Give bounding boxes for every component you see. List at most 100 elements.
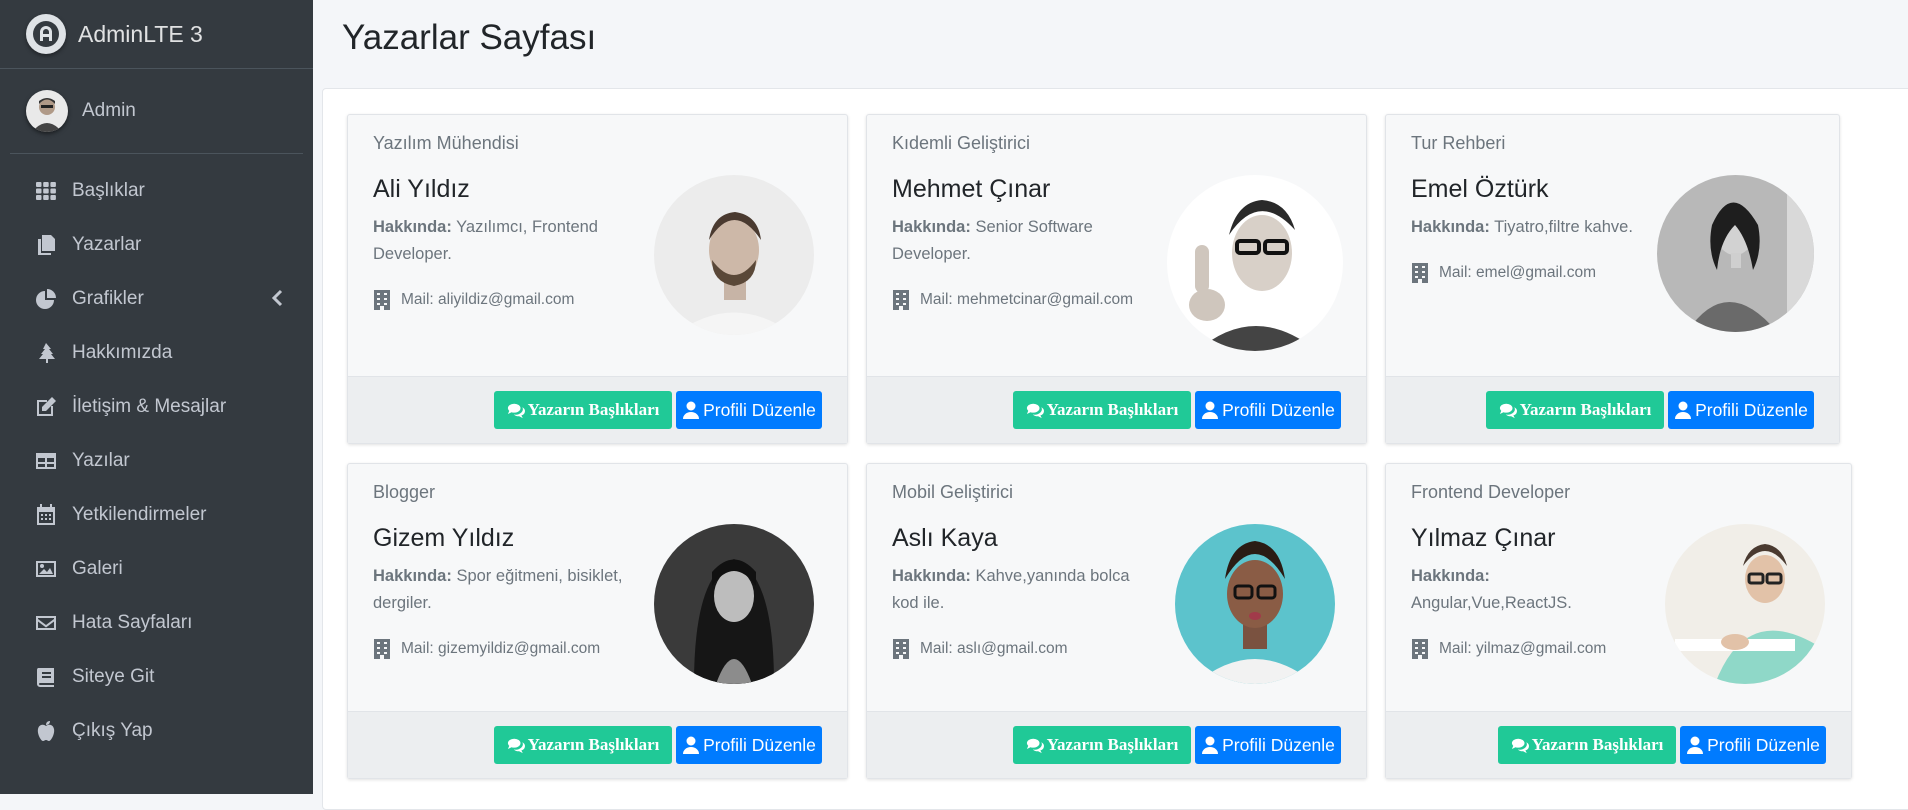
mail-label: Mail: (1439, 640, 1472, 657)
author-avatar (1657, 175, 1814, 332)
author-card: Frontend Developer Yılmaz Çınar Hakkında… (1385, 463, 1852, 779)
author-card: Kıdemli Geliştirici Mehmet Çınar Hakkınd… (866, 114, 1367, 444)
comments-icon (507, 738, 525, 754)
card-footer: Yazarın Başlıkları Profili Düzenle (867, 376, 1366, 443)
th-icon (34, 179, 58, 203)
author-mail: Mail: aslı@gmail.com (892, 638, 1068, 660)
about-label: Hakkında: (1411, 218, 1490, 236)
mail-value: mehmetcinar@gmail.com (957, 291, 1133, 308)
button-label: Profili Düzenle (1695, 399, 1808, 420)
author-about: Hakkında: Kahve,yanında bolca kod ile. (892, 563, 1147, 617)
author-card: Mobil Geliştirici Aslı Kaya Hakkında: Ka… (866, 463, 1367, 779)
author-titles-button[interactable]: Yazarın Başlıkları (1486, 391, 1664, 429)
author-titles-button[interactable]: Yazarın Başlıkları (494, 391, 672, 429)
brand-link[interactable]: AdminLTE 3 (0, 0, 313, 69)
building-icon (374, 290, 390, 310)
building-icon (1412, 639, 1428, 659)
about-label: Hakkında: (892, 567, 971, 585)
user-icon (1202, 401, 1219, 419)
mail-label: Mail: (920, 640, 953, 657)
author-about-text: Angular,Vue,ReactJS. (1411, 594, 1572, 612)
author-about: Hakkında: Angular,Vue,ReactJS. (1411, 563, 1591, 617)
user-icon (1687, 736, 1704, 754)
copy-icon (34, 233, 58, 257)
author-mail: Mail: emel@gmail.com (1411, 262, 1596, 284)
user-panel[interactable]: Admin (10, 69, 303, 154)
sidebar-item-label: İletişim & Mesajlar (72, 396, 227, 417)
sidebar-item-basliklar[interactable]: Başlıklar (10, 164, 303, 218)
sidebar-item-hata-sayfalari[interactable]: Hata Sayfaları (10, 596, 303, 650)
comments-icon (1026, 738, 1044, 754)
sidebar-item-galeri[interactable]: Galeri (10, 542, 303, 596)
author-name: Emel Öztürk (1411, 175, 1549, 203)
author-name: Aslı Kaya (892, 524, 998, 552)
sidebar-item-siteye-git[interactable]: Siteye Git (10, 650, 303, 704)
author-avatar (654, 524, 814, 684)
user-icon (683, 736, 700, 754)
author-mail: Mail: mehmetcinar@gmail.com (892, 289, 1133, 311)
building-icon (893, 290, 909, 310)
author-titles-button[interactable]: Yazarın Başlıkları (1498, 726, 1676, 764)
comments-icon (1511, 738, 1529, 754)
button-label: Profili Düzenle (703, 734, 816, 755)
edit-profile-button[interactable]: Profili Düzenle (1195, 391, 1341, 429)
author-name: Yılmaz Çınar (1411, 524, 1556, 552)
button-label: Yazarın Başlıkları (1531, 735, 1664, 754)
button-label: Profili Düzenle (1707, 734, 1820, 755)
author-about: Hakkında: Senior Software Developer. (892, 214, 1147, 268)
content-header: Yazarlar Sayfası (313, 0, 1908, 88)
author-about-text: Tiyatro,filtre kahve. (1494, 218, 1633, 236)
author-role: Kıdemli Geliştirici (892, 133, 1031, 153)
sidebar-item-label: Hata Sayfaları (72, 612, 193, 633)
sidebar-item-label: Çıkış Yap (72, 720, 153, 741)
brand-text: AdminLTE 3 (78, 20, 203, 47)
button-label: Yazarın Başlıkları (527, 400, 660, 419)
edit-profile-button[interactable]: Profili Düzenle (676, 726, 822, 764)
sidebar-item-label: Yazılar (72, 450, 130, 471)
button-label: Yazarın Başlıkları (1046, 400, 1179, 419)
comments-icon (507, 403, 525, 419)
author-mail: Mail: yilmaz@gmail.com (1411, 638, 1606, 660)
author-role: Yazılım Mühendisi (373, 133, 519, 153)
edit-profile-button[interactable]: Profili Düzenle (676, 391, 822, 429)
button-label: Yazarın Başlıkları (1046, 735, 1179, 754)
sidebar-item-label: Galeri (72, 558, 123, 579)
author-mail: Mail: gizemyildiz@gmail.com (373, 638, 600, 660)
tree-icon (34, 341, 58, 365)
edit-profile-button[interactable]: Profili Düzenle (1195, 726, 1341, 764)
author-role: Tur Rehberi (1411, 133, 1506, 153)
author-avatar (654, 175, 814, 335)
about-label: Hakkında: (1411, 567, 1490, 585)
sidebar-item-yazarlar[interactable]: Yazarlar (10, 218, 303, 272)
user-icon (1202, 736, 1219, 754)
user-name: Admin (82, 100, 136, 121)
button-label: Profili Düzenle (703, 399, 816, 420)
sidebar-item-yazilar[interactable]: Yazılar (10, 434, 303, 488)
author-role: Blogger (373, 482, 436, 502)
book-icon (34, 665, 58, 689)
author-about: Hakkında: Spor eğitmeni, bisiklet, dergi… (373, 563, 628, 617)
sidebar-item-iletisim[interactable]: İletişim & Mesajlar (10, 380, 303, 434)
author-about: Hakkında: Tiyatro,filtre kahve. (1411, 214, 1666, 241)
author-titles-button[interactable]: Yazarın Başlıkları (494, 726, 672, 764)
author-titles-button[interactable]: Yazarın Başlıkları (1013, 391, 1191, 429)
chevron-left-icon[interactable] (271, 289, 285, 313)
main-sidebar: AdminLTE 3 Admin Başlıklar Yazarlar Graf… (0, 0, 313, 794)
card-footer: Yazarın Başlıkları Profili Düzenle (348, 376, 847, 443)
sidebar-item-label: Yazarlar (72, 234, 142, 255)
sidebar-item-grafikler[interactable]: Grafikler (10, 272, 303, 326)
sidebar-item-cikis-yap[interactable]: Çıkış Yap (10, 704, 303, 758)
author-titles-button[interactable]: Yazarın Başlıkları (1013, 726, 1191, 764)
sidebar-item-label: Grafikler (72, 288, 144, 309)
edit-profile-button[interactable]: Profili Düzenle (1680, 726, 1826, 764)
card-footer: Yazarın Başlıkları Profili Düzenle (867, 711, 1366, 778)
button-label: Profili Düzenle (1222, 399, 1335, 420)
sidebar-item-hakkimizda[interactable]: Hakkımızda (10, 326, 303, 380)
adminlte-logo-icon (26, 14, 66, 54)
sidebar-item-yetkilendirmeler[interactable]: Yetkilendirmeler (10, 488, 303, 542)
author-avatar (1175, 524, 1335, 684)
button-label: Yazarın Başlıkları (527, 735, 660, 754)
author-mail: Mail: aliyildiz@gmail.com (373, 289, 574, 311)
edit-profile-button[interactable]: Profili Düzenle (1668, 391, 1814, 429)
author-role: Frontend Developer (1411, 482, 1571, 502)
